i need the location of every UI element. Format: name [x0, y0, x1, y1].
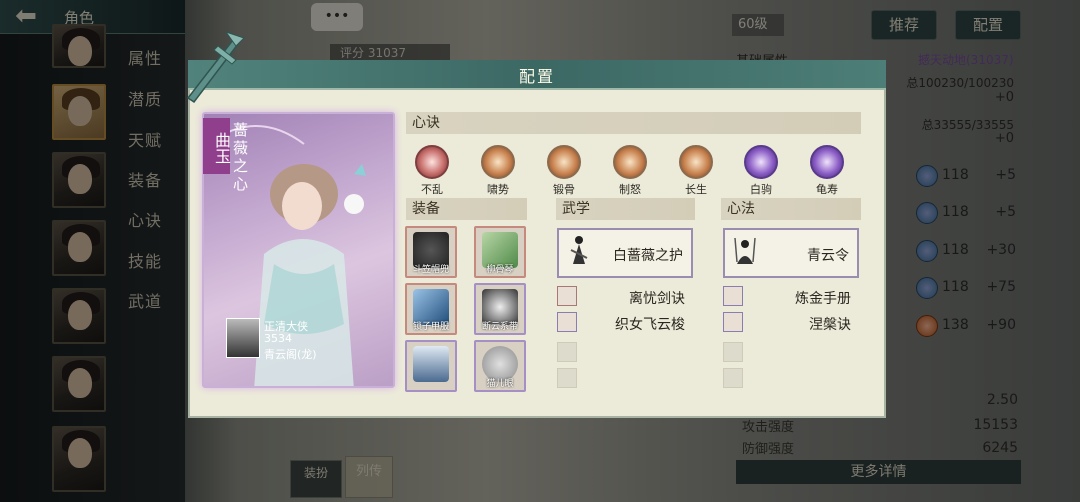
boots-icon: [413, 346, 449, 382]
xinjue-item[interactable]: 白驹: [741, 145, 781, 197]
xinjue-section-header: 心诀: [406, 112, 861, 134]
xinfa-main-skill[interactable]: 青云令: [723, 228, 859, 278]
xinjue-icon: [810, 145, 844, 179]
xinjue-icon: [547, 145, 581, 179]
sword-decoration-icon: [186, 31, 245, 104]
skill-icon: [557, 286, 577, 306]
owner-guild: 青云阁(龙): [264, 348, 317, 361]
skill-icon: [723, 286, 743, 306]
empty-skill-slot[interactable]: [557, 342, 577, 362]
equipment-section-header: 装备: [406, 198, 527, 220]
xinjue-item[interactable]: 龟寿: [807, 145, 847, 197]
equipment-slot[interactable]: [405, 340, 457, 392]
xinjue-item[interactable]: 锻骨: [544, 145, 584, 197]
xinjue-item[interactable]: 不乱: [412, 145, 452, 197]
empty-skill-slot[interactable]: [557, 368, 577, 388]
xinjue-icon: [415, 145, 449, 179]
xinjue-icon: [481, 145, 515, 179]
owner-score: 3534: [264, 332, 292, 345]
equipment-slot[interactable]: 柳骨琴: [474, 226, 526, 278]
xinjue-icon: [744, 145, 778, 179]
xinfa-section-header: 心法: [721, 198, 861, 220]
xinjue-icon: [679, 145, 713, 179]
empty-skill-slot[interactable]: [723, 368, 743, 388]
wuxue-main-skill[interactable]: 白蔷薇之护: [557, 228, 693, 278]
meditating-figure-icon: [734, 237, 756, 264]
xinfa-skill[interactable]: 炼金手册: [723, 286, 859, 308]
xinfa-skill[interactable]: 涅槃诀: [723, 312, 859, 334]
empty-skill-slot[interactable]: [723, 342, 743, 362]
xinjue-item[interactable]: 长生: [676, 145, 716, 197]
owner-avatar: [226, 318, 260, 358]
character-name: 曲玉: [203, 118, 231, 174]
skill-icon: [723, 312, 743, 332]
character-title: 蔷薇之心: [231, 122, 249, 194]
equipment-slot[interactable]: 断云系带: [474, 283, 526, 335]
dialog-title: 配置: [518, 67, 555, 86]
swordsman-icon: [570, 236, 588, 264]
wuxue-section-header: 武学: [556, 198, 695, 220]
equipment-slot[interactable]: 斗笠帽兜: [405, 226, 457, 278]
equipment-slot[interactable]: 猫儿眼: [474, 340, 526, 392]
wuxue-skill[interactable]: 离忧剑诀: [557, 286, 693, 308]
xinjue-item[interactable]: 制怒: [610, 145, 650, 197]
xinjue-item[interactable]: 啸势: [478, 145, 518, 197]
wuxue-skill[interactable]: 织女飞云梭: [557, 312, 693, 334]
equipment-slot[interactable]: 锁子甲服: [405, 283, 457, 335]
xinjue-icon: [613, 145, 647, 179]
skill-icon: [557, 312, 577, 332]
